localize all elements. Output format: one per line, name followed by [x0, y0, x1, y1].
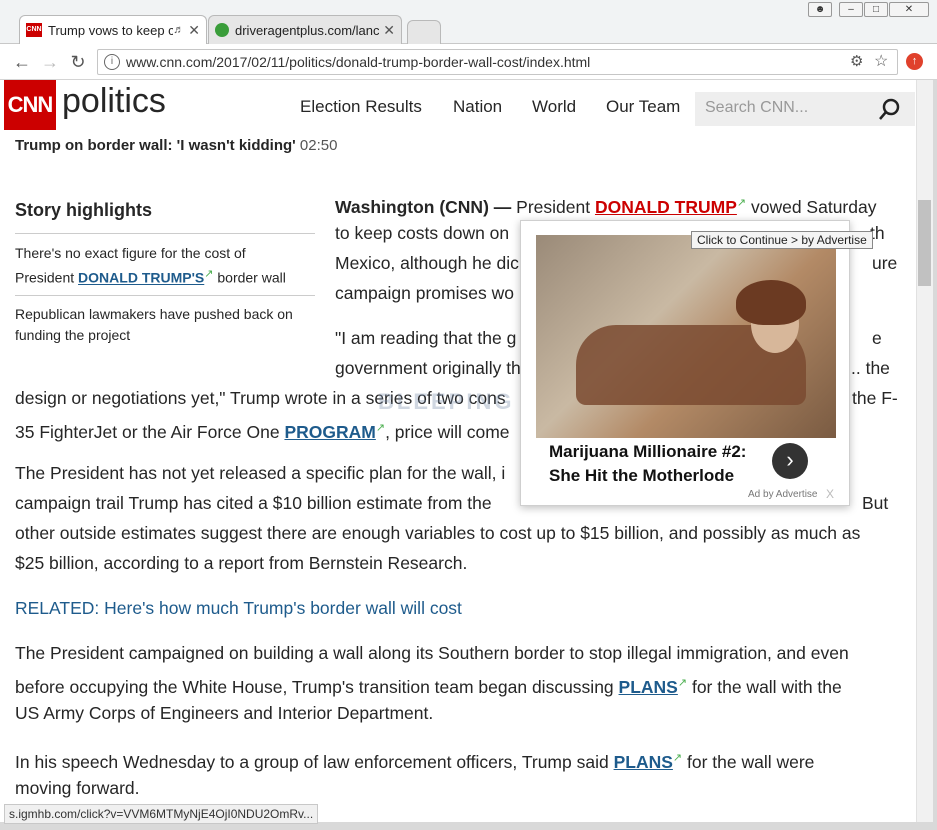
nav-world[interactable]: World: [532, 97, 576, 117]
search-input[interactable]: Search CNN...: [705, 99, 808, 117]
divider: [15, 295, 315, 296]
article-line: US Army Corps of Engineers and Interior …: [15, 703, 434, 723]
section-title[interactable]: politics: [62, 82, 166, 121]
tab-close-icon[interactable]: ✕: [383, 22, 395, 39]
program-link[interactable]: PROGRAM: [284, 422, 375, 442]
article-line: The President has not yet released a spe…: [15, 463, 506, 483]
nav-election-results[interactable]: Election Results: [300, 97, 422, 117]
user-icon[interactable]: ☻: [808, 2, 832, 17]
external-link-icon: ↗: [375, 422, 386, 434]
ad-attribution[interactable]: Ad by Advertise: [748, 489, 817, 500]
update-icon[interactable]: ↑: [906, 53, 923, 70]
external-link-icon: ↗: [736, 197, 747, 209]
article-line: Mexico, although he dic: [335, 253, 519, 273]
tab-close-icon[interactable]: ✕: [188, 22, 200, 39]
cnn-favicon-icon: CNN: [26, 23, 42, 37]
video-title: Trump on border wall: 'I wasn't kidding': [15, 137, 296, 154]
new-tab-button[interactable]: [407, 20, 441, 44]
ad-tooltip: Click to Continue > by Advertise: [691, 231, 873, 249]
scrollbar-thumb[interactable]: [918, 200, 931, 286]
article-line: "I am reading that the g: [335, 328, 517, 348]
globe-icon: [215, 23, 229, 37]
window-border: [933, 80, 937, 830]
article-line: moving forward.: [15, 778, 140, 798]
article-line: The President campaigned on building a w…: [15, 643, 849, 663]
donald-trumps-link[interactable]: DONALD TRUMP'S: [78, 270, 204, 286]
nav-our-team[interactable]: Our Team: [606, 97, 680, 117]
scrollbar[interactable]: [916, 80, 933, 822]
article-line: before occupying the White House, Trump'…: [15, 676, 842, 697]
extension-icon[interactable]: ⚙: [850, 52, 863, 70]
highlight-item: Republican lawmakers have pushed back on…: [15, 306, 293, 343]
video-caption[interactable]: Trump on border wall: 'I wasn't kidding'…: [15, 137, 337, 154]
search-icon[interactable]: [878, 97, 902, 121]
cnn-logo[interactable]: CNN: [4, 80, 56, 130]
close-window-button[interactable]: ✕: [889, 2, 929, 17]
external-link-icon: ↗: [672, 752, 683, 764]
divider: [15, 233, 315, 234]
article-line: Washington (CNN) — President DONALD TRUM…: [335, 196, 877, 217]
donald-trump-link[interactable]: DONALD TRUMP: [595, 197, 737, 217]
browser-toolbar: ← → ↻ i www.cnn.com/2017/02/11/politics/…: [0, 44, 937, 80]
highlight-item: There's no exact figure for the cost of …: [15, 245, 286, 286]
tab-label: Trump vows to keep c: [48, 22, 174, 38]
browser-titlebar: CNN Trump vows to keep c ♬ ✕ driveragent…: [0, 0, 937, 44]
video-duration: 02:50: [299, 137, 338, 154]
article-line: $25 billion, according to a report from …: [15, 553, 468, 573]
article-line: 35 FighterJet or the Air Force One PROGR…: [15, 421, 510, 442]
external-link-icon: ↗: [204, 268, 214, 280]
reload-button[interactable]: ↻: [66, 50, 90, 74]
article-line: campaign promises wo: [335, 283, 514, 303]
chevron-right-icon[interactable]: ›: [772, 443, 808, 479]
external-link-icon: ↗: [677, 677, 688, 689]
article-line: to keep costs down on: [335, 223, 510, 243]
article-line: .. the: [851, 358, 890, 378]
minimize-button[interactable]: –: [839, 2, 863, 17]
ad-title[interactable]: Marijuana Millionaire #2: She Hit the Mo…: [549, 440, 769, 488]
article-line: In his speech Wednesday to a group of la…: [15, 751, 815, 772]
url-text: www.cnn.com/2017/02/11/politics/donald-t…: [126, 54, 591, 70]
back-button[interactable]: ←: [10, 50, 34, 74]
ad-close-icon[interactable]: X: [826, 487, 834, 501]
maximize-button[interactable]: □: [864, 2, 888, 17]
related-link[interactable]: RELATED: Here's how much Trump's border …: [15, 593, 462, 623]
dateline: Washington (CNN) —: [335, 196, 512, 217]
article-line: other outside estimates suggest there ar…: [15, 523, 861, 543]
article-line: But: [862, 493, 889, 513]
ad-image[interactable]: [536, 235, 836, 438]
info-icon: i: [104, 54, 120, 70]
article-line: e: [872, 328, 882, 348]
nav-nation[interactable]: Nation: [453, 97, 502, 117]
plans-link[interactable]: PLANS: [619, 677, 678, 697]
article-line: the F-: [852, 388, 898, 408]
tab-label: driveragentplus.com/lanc: [235, 22, 380, 38]
story-highlights-title: Story highlights: [15, 200, 152, 220]
article-line: campaign trail Trump has cited a $10 bil…: [15, 493, 492, 513]
article-line: ure: [872, 253, 898, 273]
forward-button[interactable]: →: [38, 50, 62, 74]
article-line: government originally th: [335, 358, 521, 378]
status-bar: s.igmhb.com/click?v=VVM6MTMyNjE4OjI0NDU2…: [4, 804, 319, 824]
plans-link[interactable]: PLANS: [614, 752, 673, 772]
address-bar[interactable]: i www.cnn.com/2017/02/11/politics/donald…: [97, 49, 898, 75]
speaker-icon: ♬: [173, 24, 185, 36]
tab-driveragentplus[interactable]: driveragentplus.com/lanc ✕: [208, 15, 402, 44]
tab-cnn[interactable]: CNN Trump vows to keep c ♬ ✕: [19, 15, 207, 44]
bookmark-star-icon[interactable]: ☆: [874, 51, 888, 71]
